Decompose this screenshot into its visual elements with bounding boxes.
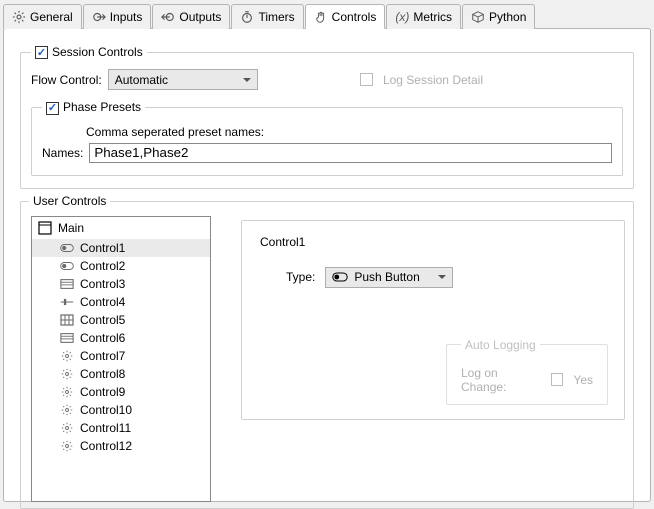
chevron-down-icon [438,275,446,279]
flow-control-combo[interactable]: Automatic [108,69,258,90]
tree-item[interactable]: Control11 [32,419,210,437]
log-on-change-checkbox [551,373,563,386]
user-controls-group: User Controls Main Control1Control2Contr… [20,201,634,509]
control-details: Control1 Type: Push Button Auto Logging … [241,220,625,420]
toggle-icon [60,242,74,254]
session-controls-legend[interactable]: Session Controls [31,45,147,59]
tree-item-label: Control10 [80,403,132,417]
auto-logging-group: Auto Logging Log on Change: Yes [446,338,608,405]
user-controls-legend: User Controls [29,194,110,208]
grid-icon [60,314,74,326]
sun-icon [60,350,74,362]
tree-item[interactable]: Control10 [32,401,210,419]
phase-presets-hint: Comma seperated preset names: [86,125,612,139]
tree-item-label: Control6 [80,331,125,345]
cube-icon [471,10,485,24]
tree-item[interactable]: Control12 [32,437,210,455]
tree-item-label: Control5 [80,313,125,327]
tree-item[interactable]: Control9 [32,383,210,401]
out-icon [161,10,175,24]
tree-item-label: Control9 [80,385,125,399]
flow-control-label: Flow Control: [31,73,102,87]
tab-bar: GeneralInputsOutputsTimersControls(x)Met… [0,0,654,28]
tab-inputs[interactable]: Inputs [83,4,152,29]
controls-tree[interactable]: Main Control1 Control2 Control3 Control4 Con… [31,216,211,502]
tree-item-label: Control2 [80,259,125,273]
log-session-detail-checkbox [360,73,373,86]
hand-icon [314,10,328,24]
toggle-icon [60,260,74,272]
tab-metrics[interactable]: (x)Metrics [386,4,461,29]
sun-icon [60,404,74,416]
log-on-change-yes: Yes [573,373,593,387]
log-session-detail: Log Session Detail [360,73,483,87]
sun-icon [60,440,74,452]
tree-item[interactable]: Control7 [32,347,210,365]
tab-general[interactable]: General [3,4,82,29]
tab-timers[interactable]: Timers [231,4,303,29]
in-icon [92,10,106,24]
sun-icon [60,386,74,398]
auto-logging-legend: Auto Logging [461,338,540,352]
sun-icon [60,368,74,380]
type-label: Type: [286,270,315,284]
tree-item-label: Control3 [80,277,125,291]
tab-panel-controls: Session Controls Flow Control: Automatic… [3,28,651,502]
tree-item-label: Control7 [80,349,125,363]
tree-root[interactable]: Main [32,217,210,239]
session-controls-group: Session Controls Flow Control: Automatic… [20,45,634,189]
tree-item-label: Control12 [80,439,132,453]
tree-item-label: Control8 [80,367,125,381]
slider-icon [60,296,74,308]
tree-item-label: Control4 [80,295,125,309]
gear-icon [12,10,26,24]
fx-icon: (x) [395,10,409,24]
timer-icon [240,10,254,24]
flow-control-value: Automatic [115,73,168,87]
type-value: Push Button [354,270,419,284]
tree-item[interactable]: Control3 [32,275,210,293]
tab-controls[interactable]: Controls [305,4,386,29]
control-title: Control1 [260,235,606,249]
names-input[interactable] [89,143,612,163]
form-icon [38,221,52,235]
phase-presets-checkbox[interactable] [46,102,59,115]
names-label: Names: [42,146,83,160]
tree-item[interactable]: Control6 [32,329,210,347]
tree-item-label: Control11 [80,421,131,435]
phase-presets-group: Phase Presets Comma seperated preset nam… [31,100,623,175]
tree-item[interactable]: Control5 [32,311,210,329]
tree-item[interactable]: Control1 [32,239,210,257]
tab-outputs[interactable]: Outputs [152,4,230,29]
tree-item[interactable]: Control8 [32,365,210,383]
tree-item[interactable]: Control2 [32,257,210,275]
menu-icon [60,278,74,290]
sun-icon [60,422,74,434]
log-on-change-label: Log on Change: [461,366,539,394]
type-combo[interactable]: Push Button [325,267,453,288]
chevron-down-icon [243,78,251,82]
toggle-icon [332,272,348,282]
tab-python[interactable]: Python [462,4,535,29]
menu-icon [60,332,74,344]
session-controls-checkbox[interactable] [35,46,48,59]
phase-presets-legend[interactable]: Phase Presets [42,100,145,114]
tree-item-label: Control1 [80,241,125,255]
tree-item[interactable]: Control4 [32,293,210,311]
